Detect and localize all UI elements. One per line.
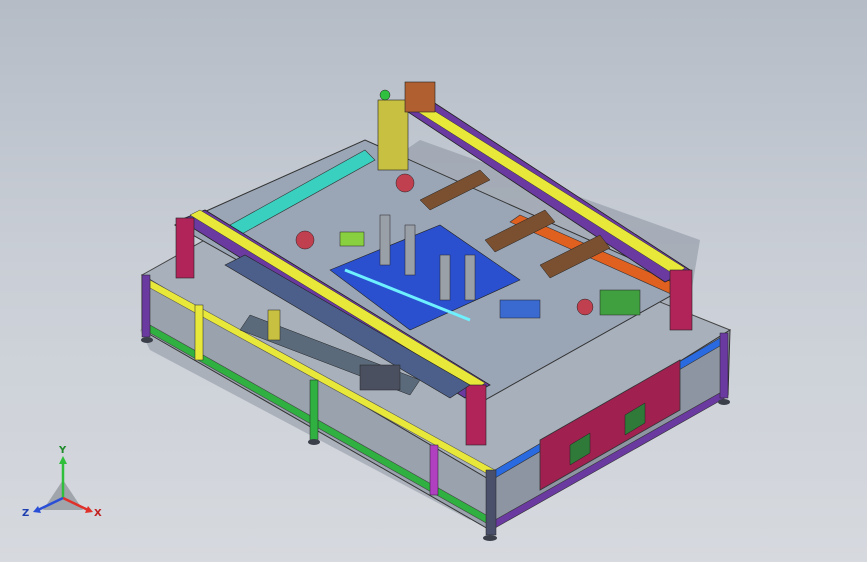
y-axis-label: Y [58, 445, 67, 456]
axis-triad[interactable]: Y X Z [18, 440, 108, 530]
y-axis-arrow-icon [59, 456, 67, 464]
x-axis-label: X [94, 508, 102, 519]
3d-viewport[interactable]: Y X Z [0, 0, 867, 562]
z-axis-label: Z [22, 508, 29, 519]
cad-assembly-model[interactable] [0, 0, 867, 562]
